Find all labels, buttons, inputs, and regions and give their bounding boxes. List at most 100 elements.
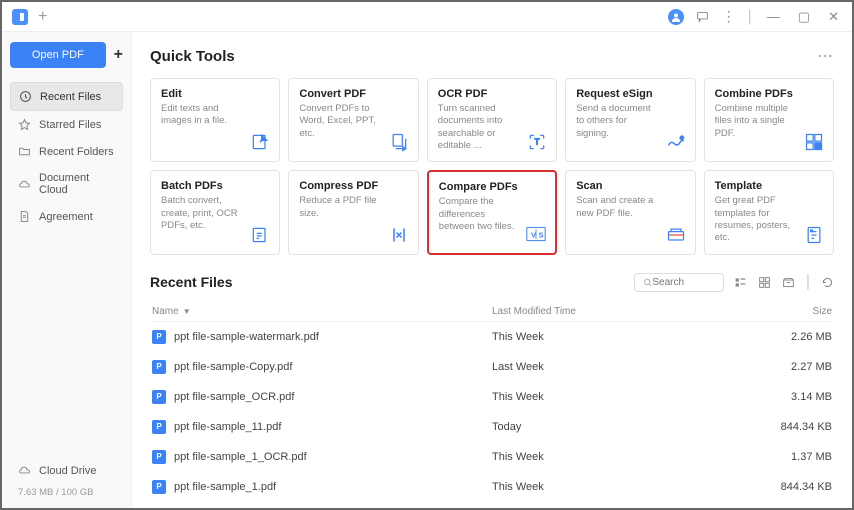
tool-title: Compare PDFs (439, 181, 545, 193)
search-box[interactable] (634, 273, 724, 292)
maximize-button[interactable]: ▢ (795, 9, 813, 25)
close-button[interactable]: ✕ (825, 9, 842, 25)
tool-title: Scan (576, 180, 684, 192)
sidebar-item-starred-files[interactable]: Starred Files (10, 111, 123, 138)
tool-description: Scan and create a new PDF file. (576, 195, 684, 220)
column-name[interactable]: Name▼ (152, 306, 492, 317)
tool-card-request-esign[interactable]: Request eSignSend a document to others f… (565, 78, 695, 162)
file-row[interactable]: Pppt file-sample_1.pdfThis Week844.34 KB (150, 472, 834, 502)
tool-description: Edit texts and images in a file. (161, 103, 269, 128)
sidebar-item-recent-folders[interactable]: Recent Folders (10, 138, 123, 165)
tool-title: Request eSign (576, 88, 684, 100)
file-list-header: Name▼ Last Modified Time Size (150, 302, 834, 322)
file-modified: Today (492, 421, 772, 433)
quick-tools-more-icon[interactable]: ⋯ (817, 46, 834, 66)
file-modified: This Week (492, 451, 772, 463)
sidebar-item-label: Document Cloud (39, 172, 115, 196)
svg-text:S: S (539, 230, 544, 239)
tool-icon (803, 224, 825, 246)
sort-arrow-icon: ▼ (183, 307, 191, 316)
file-modified: This Week (492, 331, 772, 343)
file-size: 3.14 MB (772, 391, 832, 403)
svg-text:V: V (531, 230, 536, 239)
titlebar: + ⋮ | — ▢ ✕ (2, 2, 852, 32)
folder-icon (18, 145, 31, 158)
file-modified: Last Week (492, 361, 772, 373)
cloud-drive-button[interactable]: Cloud Drive (10, 458, 123, 483)
open-pdf-button[interactable]: Open PDF (10, 42, 106, 68)
file-modified: This Week (492, 481, 772, 493)
tool-description: Reduce a PDF file size. (299, 195, 407, 220)
sidebar-item-label: Starred Files (39, 119, 101, 131)
tool-icon (665, 224, 687, 246)
file-row[interactable]: Pppt file-sample-watermark.pdf This Week2… (150, 322, 834, 352)
chat-icon[interactable] (696, 10, 710, 24)
tool-icon (249, 131, 271, 153)
pdf-file-icon: P (152, 330, 166, 344)
tool-title: Edit (161, 88, 269, 100)
archive-icon[interactable] (782, 275, 796, 289)
file-size: 1.37 MB (772, 451, 832, 463)
file-row[interactable]: Pppt file-sample_11.pdf Today844.34 KB (150, 412, 834, 442)
tool-card-batch-pdfs[interactable]: Batch PDFsBatch convert, create, print, … (150, 170, 280, 254)
file-name: ppt file-sample_1_OCR.pdf (174, 451, 307, 463)
tool-title: Compress PDF (299, 180, 407, 192)
sidebar-item-label: Recent Files (40, 91, 101, 103)
user-avatar[interactable] (668, 9, 684, 25)
file-name: ppt file-sample_11.pdf (174, 421, 281, 433)
pdf-file-icon: P (152, 360, 166, 374)
file-name: ppt file-sample-Copy.pdf (174, 361, 292, 373)
tool-icon (803, 131, 825, 153)
file-size: 844.34 KB (772, 421, 832, 433)
file-name: ppt file-sample_1.pdf (174, 481, 276, 493)
tool-icon (249, 224, 271, 246)
file-row[interactable]: Pppt file-sample-Copy.pdfLast Week2.27 M… (150, 352, 834, 382)
quick-tools-title: Quick Tools (150, 48, 235, 65)
sidebar-item-recent-files[interactable]: Recent Files (10, 82, 123, 111)
new-tab-button[interactable]: + (38, 8, 47, 26)
tool-card-convert-pdf[interactable]: Convert PDFConvert PDFs to Word, Excel, … (288, 78, 418, 162)
tool-card-combine-pdfs[interactable]: Combine PDFsCombine multiple files into … (704, 78, 834, 162)
column-modified[interactable]: Last Modified Time (492, 306, 772, 317)
clock-icon (19, 90, 32, 103)
tool-card-edit[interactable]: Edit Edit texts and images in a file. (150, 78, 280, 162)
tool-card-compress-pdf[interactable]: Compress PDF Reduce a PDF file size. (288, 170, 418, 254)
main-content: Quick Tools ⋯ Edit Edit texts and images … (132, 32, 852, 508)
tool-title: Combine PDFs (715, 88, 823, 100)
column-size[interactable]: Size (772, 306, 832, 317)
tool-card-template[interactable]: TemplateGet great PDF templates for resu… (704, 170, 834, 254)
new-file-button[interactable]: + (114, 46, 123, 64)
tool-icon (665, 131, 687, 153)
tool-icon (388, 131, 410, 153)
refresh-icon[interactable] (820, 275, 834, 289)
file-size: 2.26 MB (772, 331, 832, 343)
file-row[interactable]: Pppt file-sample.pdfToday2.25 MB (150, 502, 834, 508)
tool-card-scan[interactable]: Scan Scan and create a new PDF file. (565, 170, 695, 254)
tool-card-compare-pdfs[interactable]: Compare PDFsCompare the differences betw… (427, 170, 557, 254)
tool-card-ocr-pdf[interactable]: OCR PDFTurn scanned documents into searc… (427, 78, 557, 162)
file-row[interactable]: Pppt file-sample_1_OCR.pdf This Week1.37 … (150, 442, 834, 472)
tool-icon: VS (525, 223, 547, 245)
view-grid-icon[interactable] (758, 275, 772, 289)
view-list-icon[interactable] (734, 275, 748, 289)
cloud-icon (18, 178, 31, 191)
sidebar-item-document-cloud[interactable]: Document Cloud (10, 165, 123, 203)
search-input[interactable] (652, 277, 714, 288)
file-row[interactable]: Pppt file-sample_OCR.pdfThis Week3.14 MB (150, 382, 834, 412)
minimize-button[interactable]: — (764, 9, 783, 24)
pdf-file-icon: P (152, 420, 166, 434)
sidebar-item-label: Recent Folders (39, 146, 114, 158)
sidebar-item-agreement[interactable]: Agreement (10, 203, 123, 230)
file-name: ppt file-sample-watermark.pdf (174, 331, 319, 343)
pdf-file-icon: P (152, 450, 166, 464)
sidebar: Open PDF + Recent Files Starred Files Re… (2, 32, 132, 508)
tool-icon: T (526, 131, 548, 153)
document-icon (18, 210, 31, 223)
more-menu-icon[interactable]: ⋮ (722, 8, 736, 25)
star-icon (18, 118, 31, 131)
tool-icon (388, 224, 410, 246)
tool-title: Template (715, 180, 823, 192)
file-name: ppt file-sample_OCR.pdf (174, 391, 294, 403)
pdf-file-icon: P (152, 390, 166, 404)
app-logo[interactable] (12, 9, 28, 25)
